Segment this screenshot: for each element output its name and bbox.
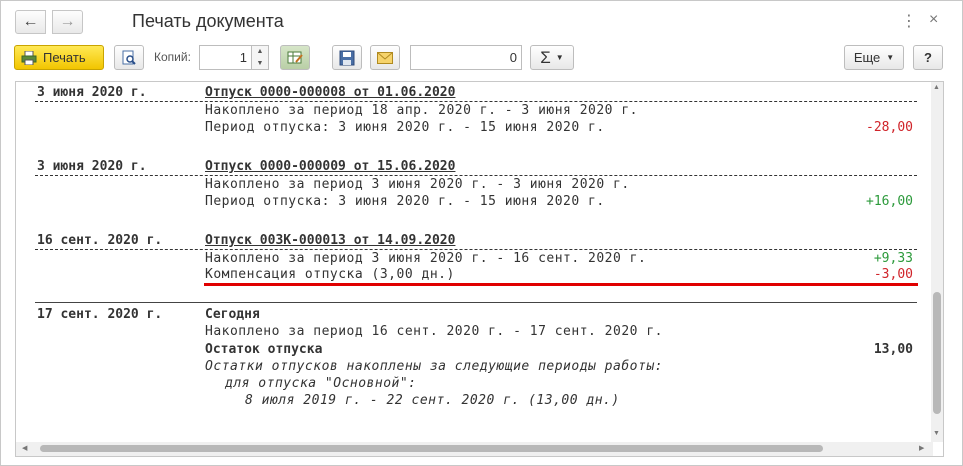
entry-amount: +16,00 <box>866 194 913 209</box>
today-date: 17 сент. 2020 г. <box>37 307 163 322</box>
vertical-scroll-thumb[interactable] <box>933 292 941 414</box>
chevron-down-icon: ▼ <box>555 53 564 62</box>
document-area[interactable]: 3 июня 2020 г. Отпуск 0000-000008 от 01.… <box>15 81 944 457</box>
today-accrued: Накоплено за период 16 сент. 2020 г. - 1… <box>205 324 663 339</box>
entry-date: 16 сент. 2020 г. <box>37 233 163 248</box>
divider <box>35 175 917 176</box>
print-button[interactable]: Печать <box>14 45 104 70</box>
balance-label: Остаток отпуска <box>205 342 323 357</box>
entry-line: Накоплено за период 18 апр. 2020 г. - 3 … <box>205 103 638 118</box>
entry-amount: -3,00 <box>873 267 913 282</box>
window-title: Печать документа <box>132 11 284 31</box>
close-icon[interactable]: × <box>929 11 938 29</box>
divider <box>35 249 917 250</box>
arrow-left-icon: ← <box>22 13 39 30</box>
balance-value: 13,00 <box>873 342 913 357</box>
save-button[interactable] <box>332 45 362 70</box>
edit-mode-button[interactable] <box>280 45 310 70</box>
entry-document-link[interactable]: Отпуск 0000-000008 от 01.06.2020 <box>205 85 455 100</box>
arrow-right-icon: → <box>59 13 76 30</box>
back-button[interactable]: ← <box>15 10 46 34</box>
sum-field[interactable]: 0 <box>410 45 522 70</box>
print-label: Печать <box>43 50 86 65</box>
vertical-scrollbar[interactable]: ▲ ▼ <box>931 82 943 442</box>
note-line: для отпуска "Основной": <box>225 376 417 391</box>
entry-line: Период отпуска: 3 июня 2020 г. - 15 июня… <box>205 120 605 135</box>
envelope-icon <box>377 51 393 64</box>
more-button[interactable]: Еще ▼ <box>844 45 904 70</box>
entry-line: Накоплено за период 3 июня 2020 г. - 3 и… <box>205 177 630 192</box>
help-label: ? <box>924 50 932 65</box>
chevron-down-icon: ▼ <box>886 53 895 62</box>
entry-document-link[interactable]: Отпуск 0000-000009 от 15.06.2020 <box>205 159 455 174</box>
print-document-window: ← → Печать документа ⋮ × Печать Копий: 1 <box>0 0 963 466</box>
horizontal-scrollbar[interactable]: ◀ ▶ <box>16 442 933 456</box>
section-divider <box>35 302 917 303</box>
scroll-up-icon[interactable]: ▲ <box>933 84 940 91</box>
send-email-button[interactable] <box>370 45 400 70</box>
preview-icon <box>122 50 136 65</box>
scroll-right-icon[interactable]: ▶ <box>919 444 924 452</box>
more-label: Еще <box>853 50 881 65</box>
entry-line: Компенсация отпуска (3,00 дн.) <box>205 267 455 282</box>
highlight-underline <box>204 283 918 286</box>
today-label: Сегодня <box>205 307 260 322</box>
scroll-left-icon[interactable]: ◀ <box>22 444 27 452</box>
note-line: 8 июля 2019 г. - 22 сент. 2020 г. (13,00… <box>245 393 620 408</box>
copies-label: Копий: <box>154 50 191 64</box>
divider <box>35 101 917 102</box>
spin-up-icon[interactable]: ▲ <box>257 48 264 55</box>
entry-amount: -28,00 <box>866 120 913 135</box>
sigma-icon: Σ <box>540 47 551 67</box>
entry-date: 3 июня 2020 г. <box>37 85 147 100</box>
forward-button[interactable]: → <box>52 10 83 34</box>
more-menu-icon[interactable]: ⋮ <box>901 11 917 31</box>
title-bar: ← → Печать документа ⋮ × <box>1 1 962 39</box>
horizontal-scroll-thumb[interactable] <box>40 445 823 452</box>
copies-stepper[interactable]: ▲ ▼ <box>251 45 269 70</box>
entry-line: Период отпуска: 3 июня 2020 г. - 15 июня… <box>205 194 605 209</box>
printer-icon <box>21 50 37 65</box>
help-button[interactable]: ? <box>913 45 943 70</box>
floppy-disk-icon <box>339 50 355 65</box>
sum-mode-button[interactable]: Σ ▼ <box>530 45 574 70</box>
entry-document-link[interactable]: Отпуск 003К-000013 от 14.09.2020 <box>205 233 455 248</box>
scroll-down-icon[interactable]: ▼ <box>933 430 940 437</box>
copies-input[interactable]: 1 <box>199 45 251 70</box>
preview-button[interactable] <box>114 45 144 70</box>
entry-line: Накоплено за период 3 июня 2020 г. - 16 … <box>205 251 647 266</box>
toolbar: Печать Копий: 1 ▲ ▼ 0 Σ ▼ Еще ▼ ? <box>1 43 962 73</box>
table-edit-icon <box>287 51 303 63</box>
entry-amount: +9,33 <box>873 251 913 266</box>
entry-date: 3 июня 2020 г. <box>37 159 147 174</box>
note-line: Остатки отпусков накоплены за следующие … <box>205 359 663 374</box>
spin-down-icon[interactable]: ▼ <box>257 60 264 67</box>
